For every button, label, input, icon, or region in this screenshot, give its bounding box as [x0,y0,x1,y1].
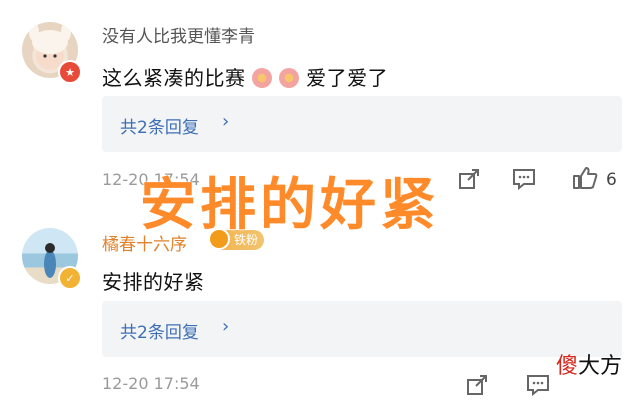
chevron-right-icon: › [222,316,230,337]
like-count: 6 [606,170,617,190]
comment-timestamp: 12-20 17:54 [102,374,200,393]
view-replies-link[interactable]: 共2条回复 [120,318,199,343]
share-icon[interactable] [458,168,480,190]
verified-icon: ✓ [58,266,82,290]
like-icon[interactable] [572,166,598,190]
view-replies-link[interactable]: 共2条回复 [120,113,199,138]
replies-box[interactable]: 共2条回复 › [102,96,622,152]
comment-icon[interactable] [526,374,550,396]
comment-text: 安排的好紧 [102,270,205,294]
watermark: 傻大方 [555,354,622,379]
comment-icon[interactable] [512,168,536,190]
chevron-right-icon: › [222,111,230,132]
overlay-caption: 安排的好紧 [140,173,440,238]
comment-text: 这么紧凑的比赛 爱了爱了 [102,66,389,90]
share-icon[interactable] [466,374,488,396]
flower-emoji-icon [252,68,273,88]
hat-badge-icon: ★ [58,60,82,84]
comment-username[interactable]: 没有人比我更懂李青 [102,22,255,47]
flower-emoji-icon [279,68,300,88]
replies-box[interactable]: 共2条回复 › [102,301,622,357]
